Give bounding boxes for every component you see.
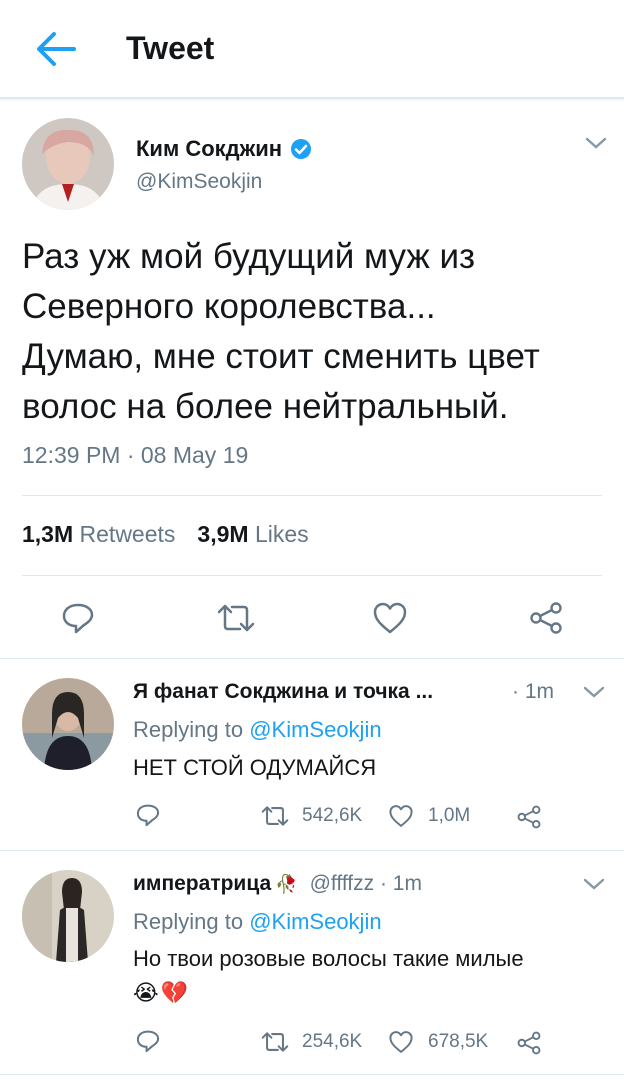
avatar[interactable] <box>22 118 114 210</box>
tweet-text-line: Северного королевства... <box>22 287 436 326</box>
retweet-icon <box>217 604 255 632</box>
reply-icon <box>62 603 94 634</box>
like-icon <box>373 602 407 634</box>
reply-retweet-button[interactable] <box>258 802 292 830</box>
retweets-label: Retweets <box>79 521 176 547</box>
reply-options-button[interactable] <box>580 874 608 894</box>
tweet-timestamp[interactable]: 12:39 PM · 08 May 19 <box>22 442 248 469</box>
replying-prefix: Replying to <box>133 909 250 934</box>
share-icon <box>517 1031 541 1055</box>
tweet-options-button[interactable] <box>582 133 610 153</box>
like-icon <box>389 805 413 827</box>
reply-time: · 1m <box>512 680 554 703</box>
replying-to: Replying to @KimSeokjin <box>133 717 382 743</box>
likes-count: 3,9M <box>197 521 249 547</box>
replying-handle-link[interactable]: @KimSeokjin <box>249 909 381 934</box>
arrow-left-icon <box>37 32 76 66</box>
tweet-stats: 1,3M Retweets 3,9M Likes <box>22 521 309 548</box>
share-icon <box>517 805 541 829</box>
chevron-down-icon <box>583 878 605 890</box>
reply-text: НЕТ СТОЙ ОДУМАЙСЯ <box>133 755 377 780</box>
author-handle[interactable]: @KimSeokjin <box>136 170 262 194</box>
reply-author-name[interactable]: Я фанат Сокджина и точка ... <box>133 680 433 704</box>
like-icon <box>389 1031 413 1053</box>
reply-like-count: 1,0M <box>428 805 471 826</box>
reply-avatar[interactable] <box>22 678 114 770</box>
retweet-icon <box>261 1032 289 1052</box>
share-button[interactable] <box>524 596 568 640</box>
reply-options-button[interactable] <box>580 682 608 702</box>
section-divider <box>0 1074 624 1075</box>
reply-icon <box>136 804 160 827</box>
reply-retweet-count: 542,6K <box>302 805 363 826</box>
reply-retweet-button[interactable] <box>258 1028 292 1056</box>
author-name-row[interactable]: Ким Сокджин <box>136 136 312 162</box>
section-divider <box>0 850 624 851</box>
reply-like-button[interactable] <box>386 802 416 830</box>
avatar-image <box>22 118 114 210</box>
tweet-text-line: Раз уж мой будущий муж из <box>22 237 476 276</box>
reply-reply-button[interactable] <box>133 800 163 830</box>
retweet-icon <box>261 806 289 826</box>
reply-emojis: 😭💔 <box>133 980 191 1005</box>
page-title: Tweet <box>126 30 215 66</box>
likes-label: Likes <box>254 521 309 547</box>
reply-avatar-image <box>22 870 114 962</box>
replying-prefix: Replying to <box>133 717 250 742</box>
section-divider <box>0 658 624 659</box>
reply-text: Но твои розовые волосы такие милые <box>133 946 524 971</box>
top-bar <box>0 0 624 99</box>
reply-author-row[interactable]: императрица 🥀 @ffffzz · 1m <box>133 872 422 896</box>
reply-avatar[interactable] <box>22 870 114 962</box>
reply-share-button[interactable] <box>514 1028 544 1058</box>
tweet-text-line: Думаю, мне стоит сменить цвет <box>22 337 540 376</box>
likes-stat[interactable]: 3,9M Likes <box>197 521 308 548</box>
author-name: Ким Сокджин <box>136 136 283 161</box>
retweet-button[interactable] <box>212 596 260 640</box>
divider <box>22 495 602 496</box>
back-button[interactable] <box>30 26 80 72</box>
replying-handle-link[interactable]: @KimSeokjin <box>249 717 381 742</box>
chevron-down-icon <box>585 137 607 149</box>
share-icon <box>530 602 562 634</box>
retweets-stat[interactable]: 1,3M Retweets <box>22 521 175 548</box>
verified-badge-icon <box>291 139 312 159</box>
reply-like-count: 678,5K <box>428 1031 489 1052</box>
replying-to: Replying to @KimSeokjin <box>133 909 382 935</box>
reply-icon <box>136 1030 160 1053</box>
reply-button[interactable] <box>56 596 100 640</box>
reply-author-name: императрица <box>133 872 272 895</box>
like-button[interactable] <box>368 596 412 640</box>
chevron-down-icon <box>583 686 605 698</box>
reply-reply-button[interactable] <box>133 1026 163 1056</box>
reply-retweet-count: 254,6K <box>302 1031 363 1052</box>
reply-like-button[interactable] <box>386 1028 416 1056</box>
tweet-text: Раз уж мой будущий муж из Северного коро… <box>22 232 612 432</box>
reply-avatar-image <box>22 678 114 770</box>
divider <box>22 575 602 576</box>
rose-emoji: 🥀 <box>275 874 298 894</box>
tweet-text-line: волос на более нейтральный. <box>22 387 509 426</box>
reply-share-button[interactable] <box>514 802 544 832</box>
retweets-count: 1,3M <box>22 521 74 547</box>
reply-handle-time: @ffffzz · 1m <box>309 872 422 895</box>
